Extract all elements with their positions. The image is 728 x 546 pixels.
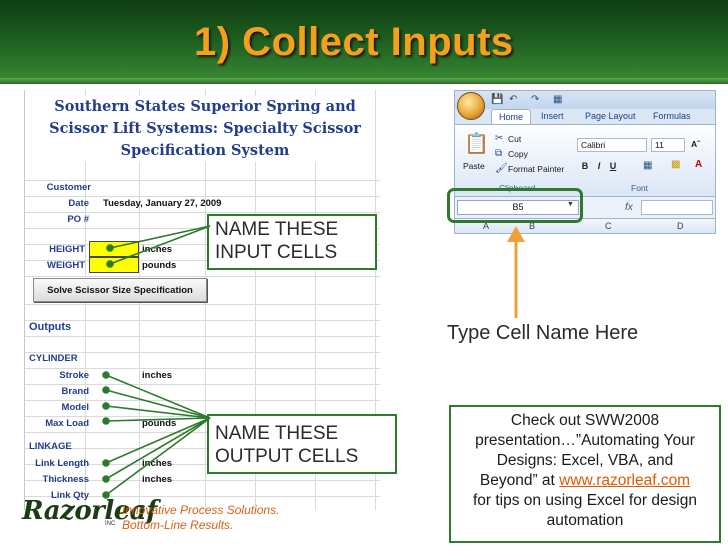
brand-label: Brand	[61, 386, 89, 397]
type-cell-name-label: Type Cell Name Here	[447, 322, 639, 344]
tagline-line: Bottom-Line Results.	[122, 518, 234, 532]
max-load-unit: pounds	[142, 418, 177, 429]
sheet-title-line: Scissor Lift Systems: Specialty Scissor	[49, 120, 361, 137]
print-preview-icon[interactable]: ▦	[553, 94, 562, 105]
undo-icon[interactable]: ↶	[509, 94, 517, 105]
tab-page-layout[interactable]: Page Layout	[585, 111, 636, 121]
office-button-icon[interactable]	[457, 92, 485, 120]
razorleaf-link[interactable]: www.razorleaf.com	[559, 472, 690, 489]
bold-button[interactable]: B	[579, 160, 591, 173]
paste-button[interactable]: Paste	[463, 161, 485, 171]
ribbon-body	[455, 124, 715, 188]
font-size-box[interactable]: 11	[651, 138, 685, 152]
fill-color-icon[interactable]: ▩	[671, 159, 680, 170]
font-name-box[interactable]: Calibri	[577, 138, 647, 152]
redo-icon[interactable]: ↷	[531, 94, 539, 105]
quick-access-toolbar: 💾 ↶ ↷ ▦	[455, 91, 715, 109]
name-box-highlight	[447, 188, 583, 223]
tagline: Innovative Process Solutions. Bottom-Lin…	[122, 503, 279, 533]
borders-icon[interactable]: ▦	[643, 160, 652, 171]
callout-line: INPUT CELLS	[215, 242, 338, 263]
sheet-title-line: Specification System	[120, 142, 290, 159]
save-icon[interactable]: 💾	[491, 94, 503, 105]
up-arrow-icon	[507, 226, 525, 318]
info-box: Check out SWW2008 presentation…”Automati…	[449, 405, 721, 543]
model-label: Model	[61, 402, 89, 413]
weight-label: WEIGHT	[47, 260, 85, 271]
format-painter-button[interactable]: Format Painter	[508, 164, 564, 174]
output-cells-callout: NAME THESE OUTPUT CELLS	[207, 414, 397, 474]
tab-formulas[interactable]: Formulas	[653, 111, 691, 121]
stroke-label: Stroke	[59, 370, 89, 381]
solve-scissor-button[interactable]: Solve Scissor Size Specification	[33, 278, 207, 302]
thickness-label: Thickness	[42, 474, 89, 485]
height-unit: inches	[142, 244, 173, 255]
link-length-unit: inches	[142, 458, 173, 469]
column-header[interactable]: C	[605, 221, 612, 231]
cut-icon: ✂	[495, 133, 504, 144]
cut-button[interactable]: Cut	[508, 134, 521, 144]
linkage-heading: LINKAGE	[29, 441, 72, 452]
grow-font-icon[interactable]: Aˆ	[691, 139, 700, 149]
callout-line: NAME THESE	[215, 219, 339, 240]
tab-insert[interactable]: Insert	[541, 111, 564, 121]
weight-input-cell[interactable]	[89, 257, 139, 273]
info-line: for tips on using Excel for design	[472, 492, 697, 509]
paste-icon[interactable]: 📋	[464, 131, 489, 156]
date-label: Date	[68, 198, 89, 209]
height-input-cell[interactable]	[89, 241, 139, 257]
link-length-label: Link Length	[35, 458, 89, 469]
stroke-unit: inches	[142, 370, 173, 381]
max-load-label: Max Load	[45, 418, 89, 429]
copy-button[interactable]: Copy	[508, 149, 528, 159]
tab-home[interactable]: Home	[491, 109, 532, 124]
ribbon-tabs: Home Insert Page Layout Formulas	[455, 109, 715, 125]
info-line: automation	[546, 512, 624, 529]
fx-icon[interactable]: fx	[625, 202, 633, 213]
weight-unit: pounds	[142, 260, 177, 271]
customer-label: Customer	[46, 182, 91, 193]
thickness-unit: inches	[142, 474, 173, 485]
info-line: presentation…”Automating Your	[475, 432, 695, 449]
info-line-prefix: Beyond” at	[479, 472, 560, 489]
font-group-label: Font	[631, 183, 649, 193]
italic-button[interactable]: I	[593, 160, 605, 173]
sheet-title: Southern States Superior Spring and Scis…	[35, 96, 375, 162]
format-painter-icon: 🖌	[495, 163, 508, 174]
column-header[interactable]: D	[677, 221, 684, 231]
formula-input[interactable]	[641, 200, 713, 215]
slide-title: 1) Collect Inputs	[194, 20, 514, 64]
copy-icon: ⧉	[495, 148, 503, 159]
callout-line: NAME THESE	[215, 423, 339, 444]
info-line: Beyond” at www.razorleaf.com	[451, 471, 719, 491]
font-color-icon[interactable]: A	[695, 159, 702, 170]
sheet-title-line: Southern States Superior Spring and	[54, 98, 356, 115]
height-label: HEIGHT	[49, 244, 85, 255]
info-line: Check out SWW2008	[510, 412, 660, 429]
callout-line: OUTPUT CELLS	[215, 446, 359, 467]
date-value[interactable]: Tuesday, January 27, 2009	[103, 198, 221, 209]
tagline-line: Innovative Process Solutions.	[122, 503, 280, 517]
po-label: PO #	[67, 214, 89, 225]
input-cells-callout: NAME THESE INPUT CELLS	[207, 214, 377, 270]
cylinder-heading: CYLINDER	[29, 353, 78, 364]
logo-trademark: INC	[105, 521, 116, 527]
info-line: Designs: Excel, VBA, and	[496, 452, 674, 469]
outputs-heading: Outputs	[29, 321, 72, 333]
underline-button[interactable]: U	[607, 160, 619, 173]
